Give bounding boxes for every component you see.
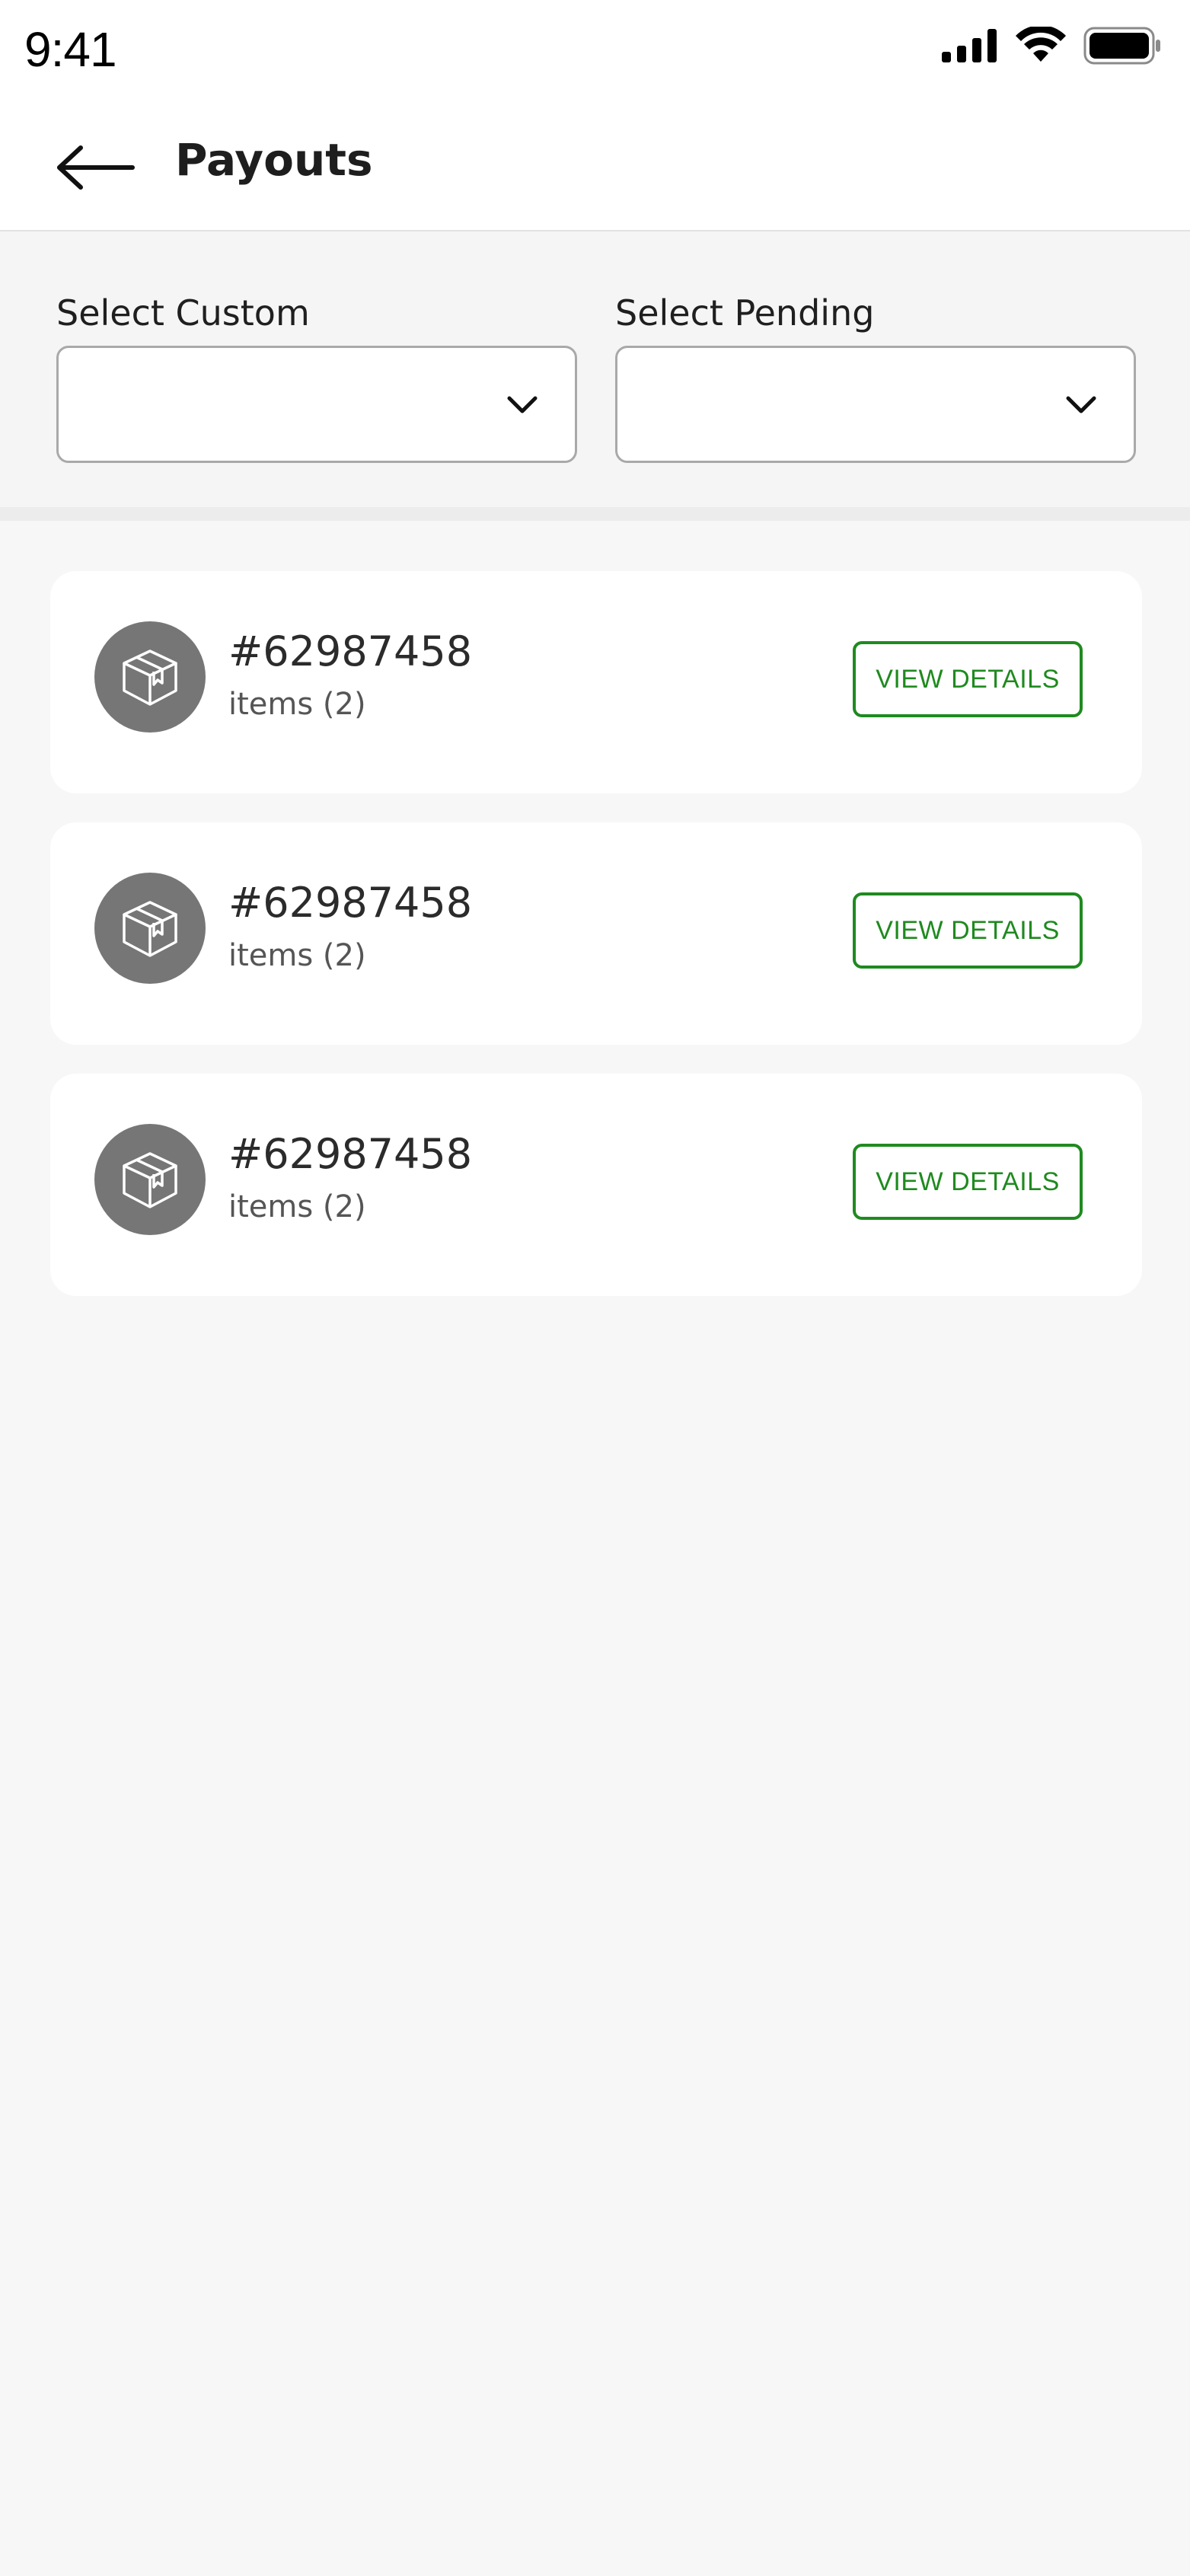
status-bar: 9:41 — [0, 0, 1190, 104]
payout-list: #62987458 items (2) VIEW DETAILS #629874… — [50, 571, 1142, 1296]
arrow-left-icon — [57, 145, 135, 190]
page-title: Payouts — [175, 134, 373, 186]
chevron-down-icon — [1066, 396, 1096, 413]
custom-filter-label: Select Custom — [56, 292, 310, 334]
pending-filter: Select Pending — [615, 292, 1136, 463]
pending-select[interactable] — [615, 346, 1136, 463]
custom-filter: Select Custom — [56, 292, 577, 463]
package-avatar — [94, 873, 206, 984]
package-box-icon — [123, 1152, 177, 1208]
package-avatar — [94, 1124, 206, 1235]
section-divider — [0, 507, 1190, 521]
order-number: #62987458 — [228, 627, 473, 675]
package-box-icon — [123, 650, 177, 706]
custom-select[interactable] — [56, 346, 577, 463]
order-item-count: items (2) — [228, 687, 366, 722]
order-number: #62987458 — [228, 879, 473, 927]
battery-icon — [1083, 27, 1160, 65]
chevron-down-icon — [507, 396, 538, 413]
payouts-screen: 9:41 Payouts Select Custom Select Pendin… — [0, 0, 1190, 2576]
view-details-button[interactable]: VIEW DETAILS — [853, 1144, 1083, 1220]
package-box-icon — [123, 901, 177, 957]
view-details-button[interactable]: VIEW DETAILS — [853, 892, 1083, 969]
payout-card: #62987458 items (2) VIEW DETAILS — [50, 571, 1142, 793]
package-avatar — [94, 621, 206, 733]
cellular-signal-icon — [942, 29, 997, 62]
status-time: 9:41 — [24, 22, 117, 77]
wifi-icon — [1016, 27, 1066, 62]
payout-card: #62987458 items (2) VIEW DETAILS — [50, 822, 1142, 1045]
order-item-count: items (2) — [228, 1189, 366, 1224]
order-number: #62987458 — [228, 1130, 473, 1178]
back-button[interactable] — [56, 137, 140, 198]
view-details-button[interactable]: VIEW DETAILS — [853, 641, 1083, 717]
filter-bar: Select Custom Select Pending — [0, 231, 1190, 519]
payout-card: #62987458 items (2) VIEW DETAILS — [50, 1074, 1142, 1296]
pending-filter-label: Select Pending — [615, 292, 875, 334]
app-header: Payouts — [0, 104, 1190, 231]
status-icons — [940, 26, 1163, 65]
order-item-count: items (2) — [228, 938, 366, 973]
